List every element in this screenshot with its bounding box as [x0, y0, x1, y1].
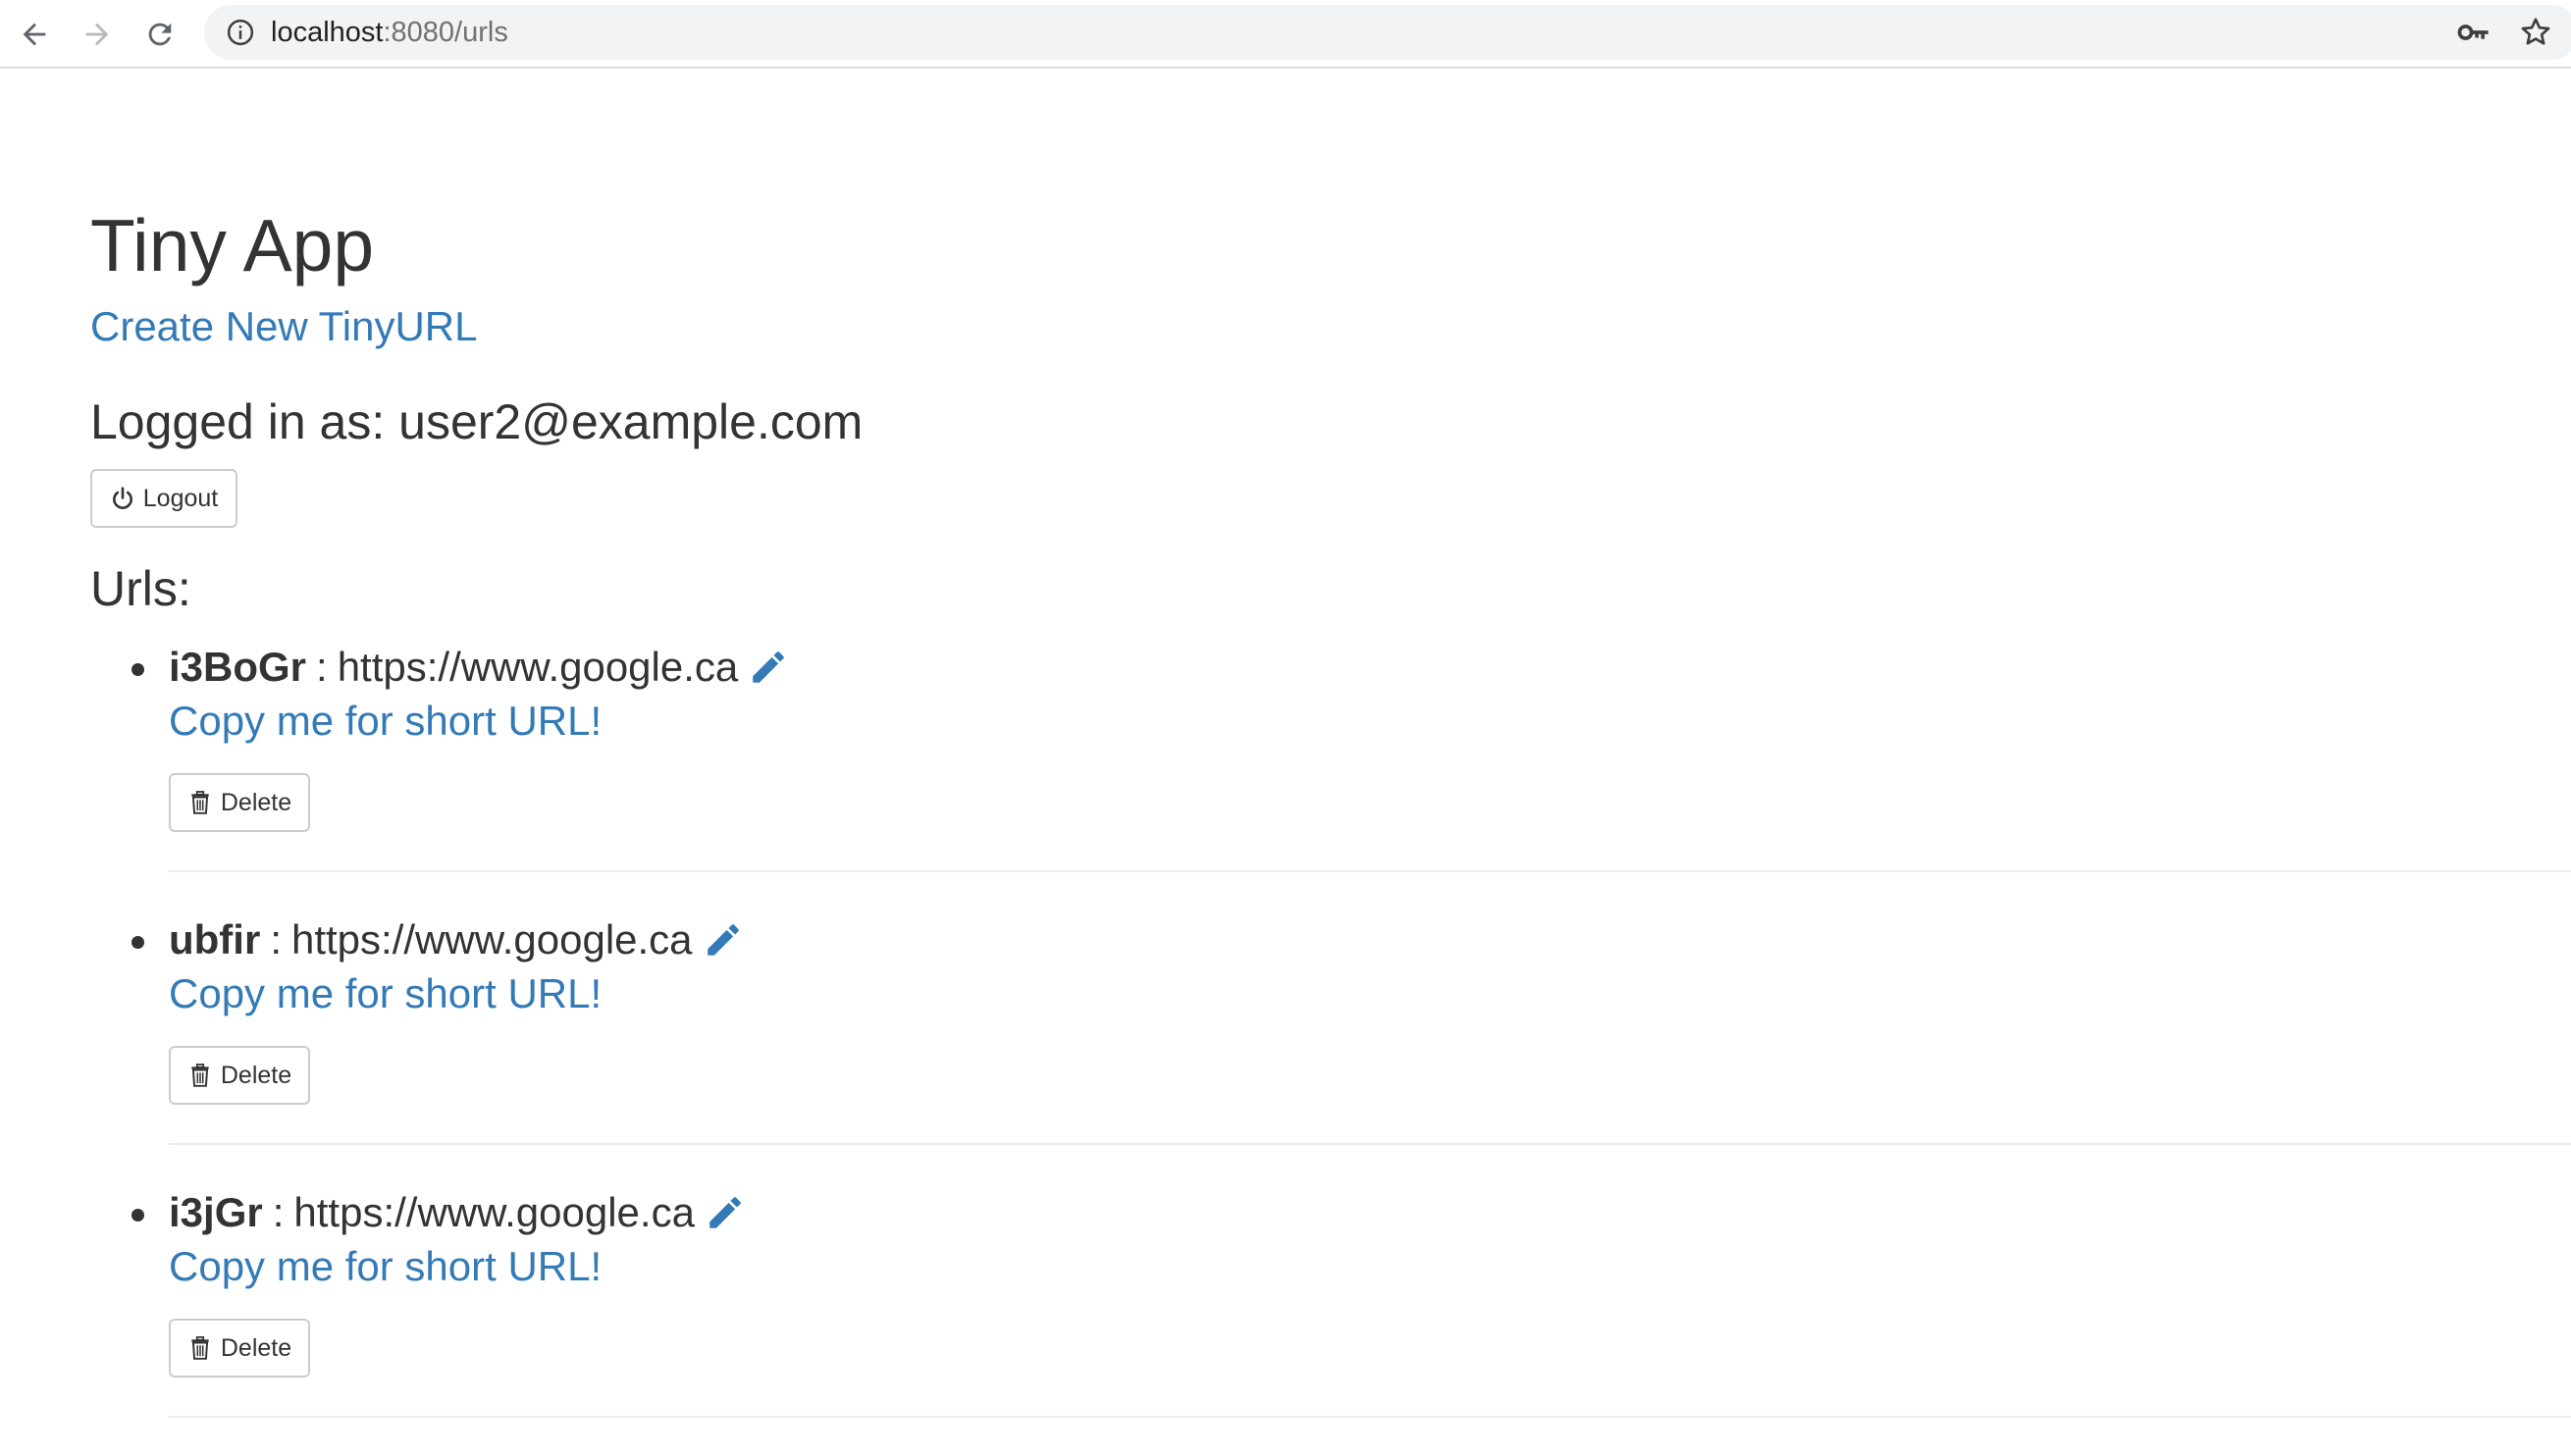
power-icon — [112, 487, 132, 509]
bullet — [131, 936, 144, 949]
browser-toolbar: localhost:8080/urls — [0, 0, 2571, 69]
page-title: Tiny App — [90, 204, 375, 286]
short-url-id: ubfir — [169, 916, 261, 962]
url-entry: ubfir : https://www.google.ca — [169, 910, 744, 969]
bullet — [131, 663, 144, 676]
arrow-left-icon — [23, 23, 46, 46]
logout-button[interactable]: Logout — [90, 469, 237, 528]
pencil-icon[interactable] — [748, 647, 789, 688]
divider — [169, 870, 2571, 872]
logout-label: Logout — [142, 484, 219, 512]
pencil-icon[interactable] — [705, 1192, 746, 1233]
trash-icon — [191, 791, 209, 814]
reload-button[interactable] — [137, 12, 183, 57]
bullet — [131, 1209, 144, 1222]
delete-button[interactable]: Delete — [169, 1046, 310, 1105]
url-entry: i3BoGr : https://www.google.ca — [169, 638, 789, 697]
trash-icon — [191, 1336, 209, 1360]
create-tinyurl-link[interactable]: Create New TinyURL — [90, 302, 477, 351]
url-host: localhost — [271, 17, 384, 48]
long-url: https://www.google.ca — [337, 644, 739, 690]
info-icon[interactable] — [226, 18, 255, 47]
forward-button[interactable] — [75, 12, 120, 57]
delete-label: Delete — [220, 1333, 292, 1362]
url-text[interactable]: localhost:8080/urls — [271, 17, 508, 48]
long-url: https://www.google.ca — [293, 1189, 695, 1235]
trash-icon — [191, 1064, 209, 1087]
delete-label: Delete — [220, 788, 292, 816]
list-item: ubfir : https://www.google.ca Copy me fo… — [90, 910, 2571, 1183]
separator: : — [316, 644, 328, 690]
short-url-id: i3BoGr — [169, 644, 307, 690]
address-bar[interactable]: localhost:8080/urls — [204, 5, 2571, 60]
page-content: Tiny App Create New TinyURL Logged in as… — [90, 69, 2571, 1442]
delete-button[interactable]: Delete — [169, 1319, 310, 1378]
short-url-id: i3jGr — [169, 1189, 263, 1235]
long-url: https://www.google.ca — [290, 916, 693, 962]
arrow-right-icon — [85, 23, 109, 46]
url-list: i3BoGr : https://www.google.ca Copy me f… — [90, 638, 2571, 1456]
logged-in-status: Logged in as: user2@example.com — [90, 394, 864, 449]
divider — [169, 1143, 2571, 1145]
url-entry: i3jGr : https://www.google.ca — [169, 1183, 746, 1242]
divider — [169, 1416, 2571, 1418]
list-item: i3jGr : https://www.google.ca Copy me fo… — [90, 1183, 2571, 1456]
separator: : — [272, 1189, 285, 1235]
delete-label: Delete — [220, 1061, 292, 1089]
pencil-icon[interactable] — [703, 919, 744, 961]
urls-heading: Urls: — [90, 561, 191, 616]
list-item: i3BoGr : https://www.google.ca Copy me f… — [90, 638, 2571, 910]
reload-icon — [148, 23, 172, 46]
back-button[interactable] — [12, 12, 57, 57]
star-icon[interactable] — [2518, 15, 2553, 50]
copy-short-url-link[interactable]: Copy me for short URL! — [169, 1242, 602, 1291]
url-path: :8080/urls — [383, 17, 508, 48]
key-icon[interactable] — [2457, 18, 2491, 47]
separator: : — [270, 916, 282, 962]
delete-button[interactable]: Delete — [169, 773, 310, 832]
copy-short-url-link[interactable]: Copy me for short URL! — [169, 697, 602, 746]
copy-short-url-link[interactable]: Copy me for short URL! — [169, 969, 602, 1018]
